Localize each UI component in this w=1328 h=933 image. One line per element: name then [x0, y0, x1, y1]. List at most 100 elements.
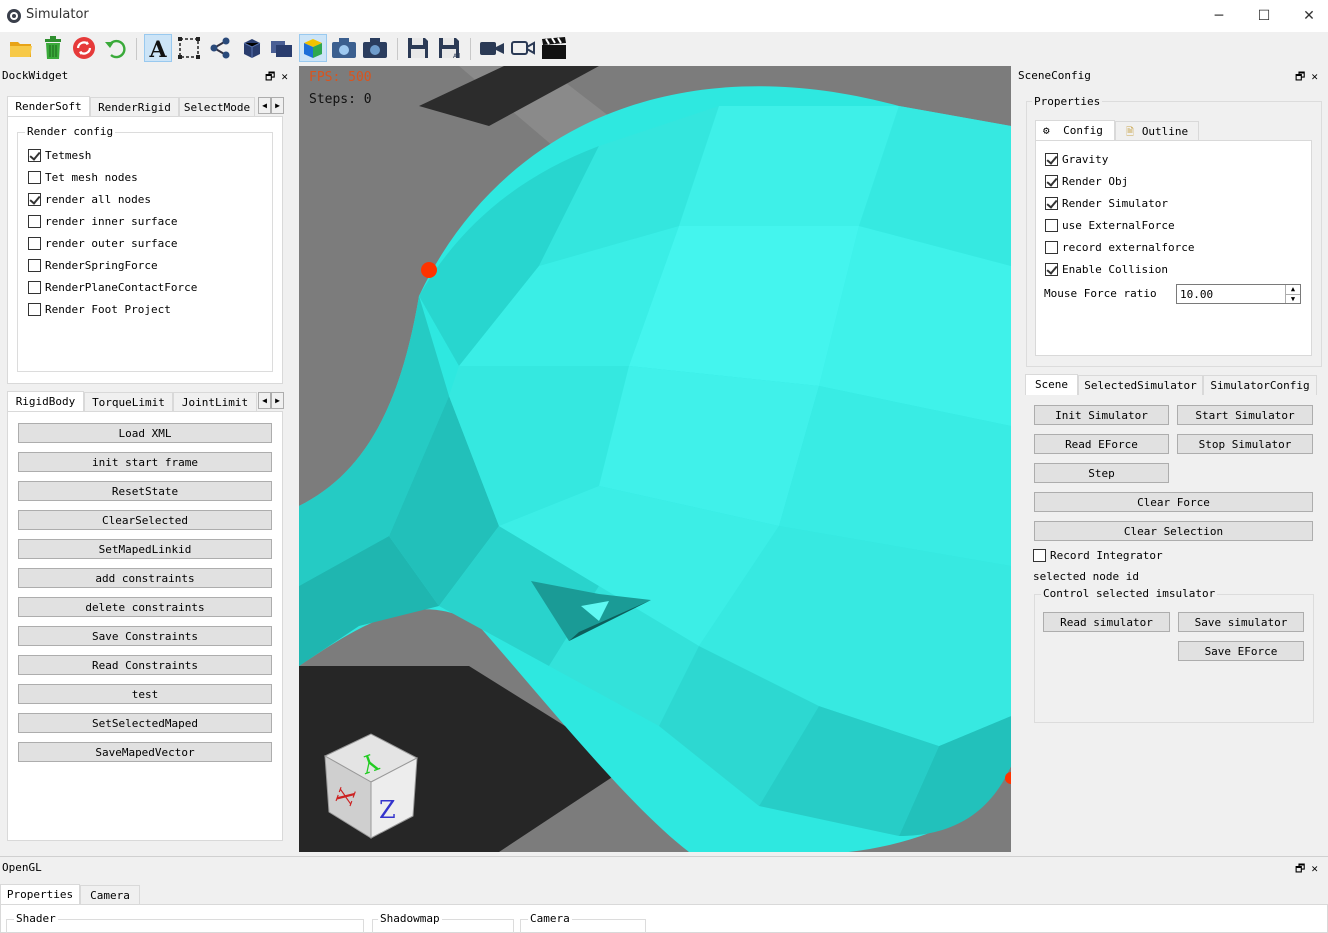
clapperboard-icon[interactable] — [540, 34, 568, 62]
checkbox-box[interactable] — [28, 171, 41, 184]
rigidbody-action-button[interactable]: Read Constraints — [18, 655, 272, 675]
stop-simulator-button[interactable]: Stop Simulator — [1177, 434, 1313, 454]
rigidbody-action-button[interactable]: SetMapedLinkid — [18, 539, 272, 559]
axis-orientation-cube[interactable]: Y X Z — [321, 726, 421, 841]
dock-float-close-icons[interactable]: 🗗✕ — [1295, 68, 1324, 87]
record-integrator-checkbox[interactable]: Record Integrator — [1033, 549, 1163, 562]
cube-layers-icon[interactable] — [268, 34, 296, 62]
dock-float-close-icons[interactable]: 🗗✕ — [1295, 860, 1324, 879]
cube-solid-icon[interactable] — [238, 34, 266, 62]
config-checkbox[interactable]: Gravity — [1045, 153, 1108, 166]
gear-icon: ⚙ — [1043, 124, 1050, 137]
config-checkbox[interactable]: Enable Collision — [1045, 263, 1168, 276]
render-config-checkbox[interactable]: render inner surface — [28, 215, 177, 228]
tab-scroll-right-icon[interactable]: ▶ — [271, 97, 284, 114]
tab-selectmode[interactable]: SelectMode — [179, 97, 255, 117]
checkbox-box[interactable] — [1045, 219, 1058, 232]
trash-icon[interactable] — [39, 34, 67, 62]
tab-jointlimit[interactable]: JointLimit — [173, 392, 257, 412]
tab-selectedsimulator[interactable]: SelectedSimulator — [1078, 375, 1203, 395]
clear-force-button[interactable]: Clear Force — [1034, 492, 1313, 512]
tab-rendersoft[interactable]: RenderSoft — [7, 96, 90, 117]
text-tool-icon[interactable]: A — [144, 34, 172, 62]
config-checkbox[interactable]: Render Simulator — [1045, 197, 1168, 210]
checkbox-box[interactable] — [1045, 175, 1058, 188]
close-button[interactable]: ✕ — [1286, 0, 1328, 32]
checkbox-box[interactable] — [28, 259, 41, 272]
start-simulator-button[interactable]: Start Simulator — [1177, 405, 1313, 425]
clear-selection-button[interactable]: Clear Selection — [1034, 521, 1313, 541]
spin-down-icon[interactable]: ▼ — [1285, 294, 1300, 303]
rigidbody-action-button[interactable]: SetSelectedMaped — [18, 713, 272, 733]
render-config-checkbox[interactable]: Tetmesh — [28, 149, 91, 162]
share-graph-icon[interactable] — [206, 34, 234, 62]
read-simulator-button[interactable]: Read simulator — [1043, 612, 1170, 632]
tab-outline[interactable]: 🗎 Outline — [1115, 121, 1199, 141]
rigidbody-action-button[interactable]: delete constraints — [18, 597, 272, 617]
config-checkbox[interactable]: use ExternalForce — [1045, 219, 1175, 232]
render-config-checkbox[interactable]: Tet mesh nodes — [28, 171, 138, 184]
render-config-checkbox[interactable]: render outer surface — [28, 237, 177, 250]
tab-rigidbody[interactable]: RigidBody — [7, 391, 84, 412]
tab-scroll-left-icon[interactable]: ◀ — [258, 392, 271, 409]
tab-scene[interactable]: Scene — [1025, 374, 1078, 395]
tab-renderrigid[interactable]: RenderRigid — [90, 97, 179, 117]
cube-color-icon[interactable] — [299, 34, 327, 62]
rigidbody-action-button[interactable]: init start frame — [18, 452, 272, 472]
video-outline-icon[interactable] — [509, 34, 537, 62]
tab-properties[interactable]: Properties — [0, 884, 80, 905]
rigidbody-action-button[interactable]: Load XML — [18, 423, 272, 443]
dock-float-close-icons[interactable]: 🗗✕ — [265, 68, 294, 87]
folder-open-icon[interactable] — [7, 34, 35, 62]
tab-torquelimit[interactable]: TorqueLimit — [84, 392, 173, 412]
checkbox-box[interactable] — [1045, 241, 1058, 254]
step-button[interactable]: Step — [1034, 463, 1169, 483]
checkbox-box[interactable] — [1033, 549, 1046, 562]
checkbox-box[interactable] — [28, 303, 41, 316]
read-eforce-button[interactable]: Read EForce — [1034, 434, 1169, 454]
checkbox-box[interactable] — [1045, 263, 1058, 276]
maximize-button[interactable]: ☐ — [1241, 0, 1287, 32]
checkbox-box[interactable] — [28, 237, 41, 250]
mouse-force-spinbox[interactable]: 10.00 ▲ ▼ — [1176, 284, 1301, 304]
select-rect-icon[interactable] — [175, 34, 203, 62]
checkbox-box[interactable] — [1045, 197, 1058, 210]
render-config-checkbox[interactable]: RenderPlaneContactForce — [28, 281, 197, 294]
undo-icon[interactable] — [101, 34, 129, 62]
rigidbody-action-button[interactable]: SaveMapedVector — [18, 742, 272, 762]
checkbox-box[interactable] — [1045, 153, 1058, 166]
rigidbody-action-button[interactable]: Save Constraints — [18, 626, 272, 646]
refresh-icon[interactable] — [70, 34, 98, 62]
init-simulator-button[interactable]: Init Simulator — [1034, 405, 1169, 425]
save-all-icon[interactable]: All — [435, 34, 463, 62]
rigidbody-action-button[interactable]: add constraints — [18, 568, 272, 588]
video-camera-icon[interactable] — [478, 34, 506, 62]
config-checkbox[interactable]: record externalforce — [1045, 241, 1194, 254]
render-config-checkbox[interactable]: Render Foot Project — [28, 303, 171, 316]
checkbox-box[interactable] — [28, 281, 41, 294]
left-dock-header: DockWidget 🗗✕ — [0, 66, 298, 86]
checkbox-box[interactable] — [28, 215, 41, 228]
spin-up-icon[interactable]: ▲ — [1285, 285, 1300, 294]
tab-camera[interactable]: Camera — [80, 885, 140, 905]
tab-config[interactable]: ⚙ Config — [1035, 120, 1115, 141]
checkbox-box[interactable] — [28, 149, 41, 162]
render-config-checkbox[interactable]: RenderSpringForce — [28, 259, 158, 272]
config-checkbox[interactable]: Render Obj — [1045, 175, 1128, 188]
tab-scroll-right-icon[interactable]: ▶ — [271, 392, 284, 409]
save-icon[interactable] — [404, 34, 432, 62]
camera-icon[interactable] — [330, 34, 358, 62]
tab-simulatorconfig[interactable]: SimulatorConfig — [1203, 375, 1317, 395]
minimize-button[interactable]: ─ — [1196, 0, 1242, 32]
save-simulator-button[interactable]: Save simulator — [1178, 612, 1304, 632]
opengl-viewport[interactable]: FPS: 500 Steps: 0 Y X Z — [299, 66, 1011, 852]
right-dock-title: SceneConfig — [1018, 69, 1091, 82]
render-config-checkbox[interactable]: render all nodes — [28, 193, 151, 206]
rigidbody-action-button[interactable]: ClearSelected — [18, 510, 272, 530]
camera-snapshot-icon[interactable] — [361, 34, 389, 62]
rigidbody-action-button[interactable]: test — [18, 684, 272, 704]
tab-scroll-left-icon[interactable]: ◀ — [258, 97, 271, 114]
rigidbody-action-button[interactable]: ResetState — [18, 481, 272, 501]
checkbox-box[interactable] — [28, 193, 41, 206]
save-eforce-button[interactable]: Save EForce — [1178, 641, 1304, 661]
